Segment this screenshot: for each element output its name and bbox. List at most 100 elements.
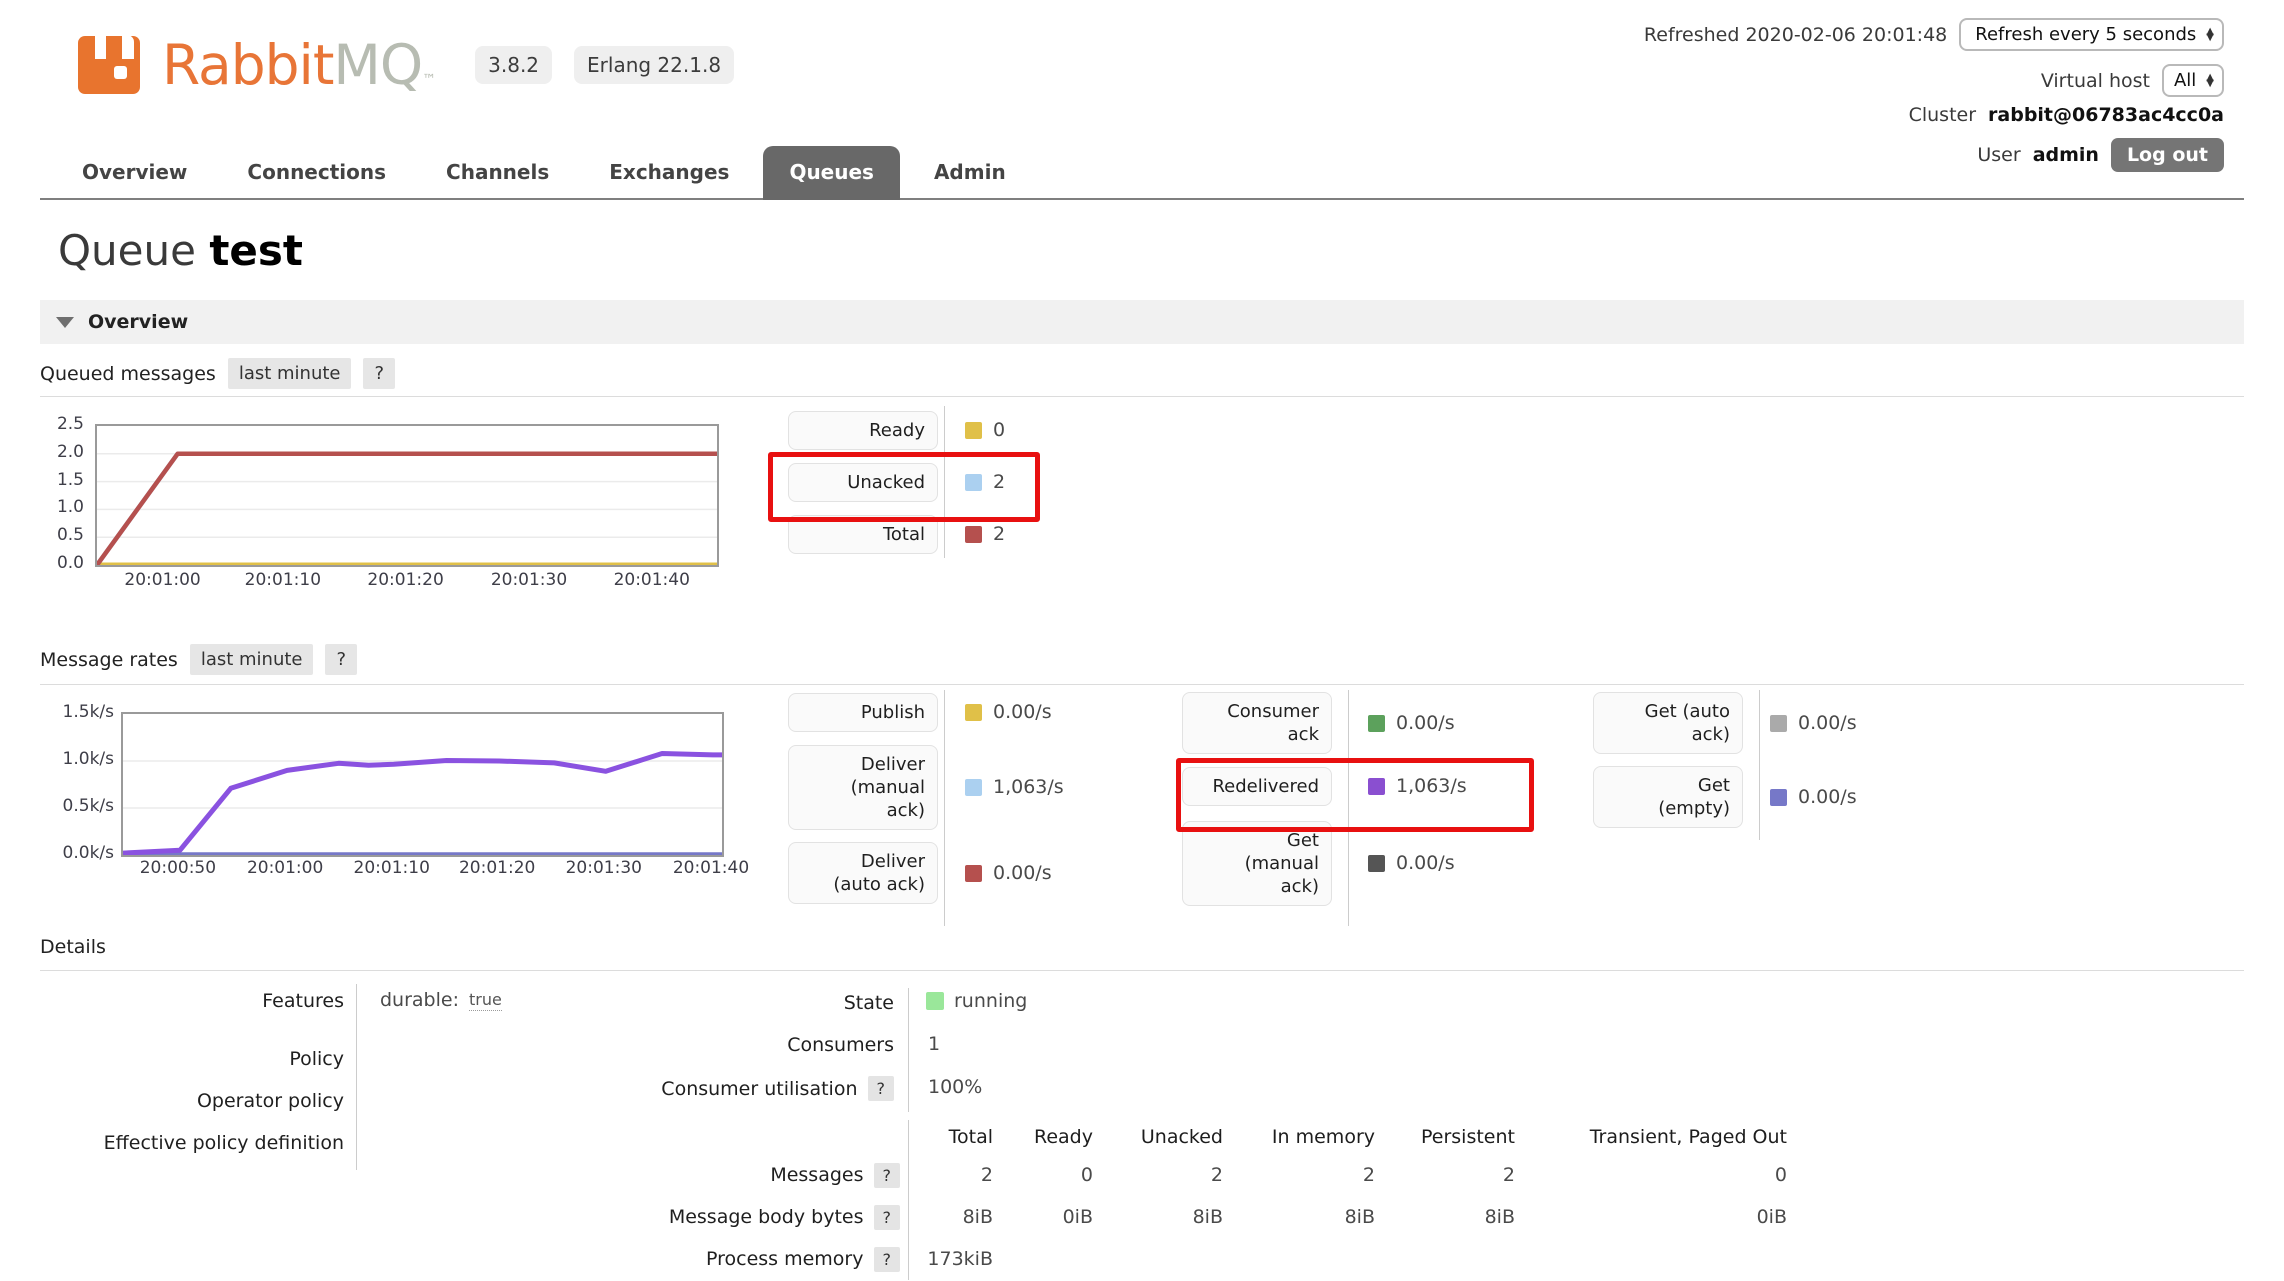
help-icon[interactable]: ? <box>325 644 357 675</box>
facts-divider <box>908 988 909 1112</box>
state-value: running <box>926 990 1027 1012</box>
y-axis-tick-label: 2.0 <box>57 442 84 462</box>
y-axis-tick-label: 1.5k/s <box>63 702 114 722</box>
cluster-label: Cluster <box>1909 104 1976 126</box>
queued-messages-title: Queued messages <box>40 363 216 385</box>
body-bytes-unacked: 8iB <box>1101 1196 1231 1238</box>
consumer-ack-color-swatch <box>1368 715 1385 732</box>
facts-divider <box>356 984 357 1170</box>
col-header-total: Total <box>909 1120 1002 1154</box>
refreshed-timestamp: Refreshed 2020-02-06 20:01:48 <box>1644 24 1947 46</box>
stats-header-row: Total Ready Unacked In memory Persistent… <box>620 1120 1795 1154</box>
legend-value-deliver-manual-ack: 1,063/s <box>965 776 1064 798</box>
get-empty-color-swatch <box>1770 789 1787 806</box>
messages-in-memory: 2 <box>1231 1154 1383 1196</box>
logo-hole <box>114 66 127 79</box>
y-axis-tick-label: 0.0 <box>57 553 84 573</box>
help-icon[interactable]: ? <box>363 358 395 389</box>
x-axis-tick-label: 20:01:40 <box>614 570 690 590</box>
tab-overview[interactable]: Overview <box>56 146 213 200</box>
version-badge: 3.8.2 <box>475 46 552 84</box>
tab-queues[interactable]: Queues <box>763 146 900 200</box>
overview-section-title: Overview <box>88 311 188 333</box>
rabbitmq-logo-icon[interactable] <box>78 36 140 94</box>
operator-policy-label: Operator policy <box>40 1090 344 1112</box>
tab-connections[interactable]: Connections <box>221 146 412 200</box>
legend-label-ready: Ready <box>788 411 938 450</box>
help-icon[interactable]: ? <box>874 1247 901 1272</box>
col-header-persistent: Persistent <box>1383 1120 1523 1154</box>
messages-row-label: Messages <box>770 1164 863 1186</box>
rates-chart-y-axis: 1.5k/s1.0k/s0.5k/s0.0k/s <box>20 712 114 853</box>
consumer-utilisation-value: 100% <box>928 1076 982 1098</box>
body-bytes-ready: 0iB <box>1001 1196 1101 1238</box>
section-divider <box>40 396 2244 397</box>
time-window-badge[interactable]: last minute <box>228 358 352 389</box>
help-icon[interactable]: ? <box>874 1163 901 1188</box>
messages-transient: 0 <box>1523 1154 1795 1196</box>
tab-exchanges[interactable]: Exchanges <box>583 146 755 200</box>
overview-section-header[interactable]: Overview <box>40 300 2244 344</box>
x-axis-tick-label: 20:01:30 <box>491 570 567 590</box>
y-axis-tick-label: 1.5 <box>57 470 84 490</box>
legend-label-deliver-auto-ack: Deliver(auto ack) <box>788 842 938 904</box>
messages-total: 2 <box>909 1154 1002 1196</box>
consumers-value: 1 <box>928 1033 940 1055</box>
y-axis-tick-label: 2.5 <box>57 414 84 434</box>
col-header-unacked: Unacked <box>1101 1120 1231 1154</box>
legend-value-deliver-auto-ack: 0.00/s <box>965 862 1052 884</box>
y-axis-tick-label: 1.0 <box>57 497 84 517</box>
queued-chart-y-axis: 2.52.01.51.00.50.0 <box>20 424 84 563</box>
feature-durable-value: true <box>469 990 502 1011</box>
logo-notch <box>122 35 134 59</box>
legend-value-get-auto-ack: 0.00/s <box>1770 712 1857 734</box>
queued-messages-chart <box>95 424 719 567</box>
legend-label-consumer-ack: Consumerack <box>1182 692 1332 754</box>
process-memory-total: 173kiB <box>909 1238 1002 1280</box>
message-rates-header: Message rates last minute ? <box>40 644 357 675</box>
body-bytes-row-label: Message body bytes <box>669 1206 864 1228</box>
vhost-row: Virtual host All ▲▼ <box>2041 64 2224 97</box>
rates-chart-x-axis: 20:00:5020:01:0020:01:1020:01:2020:01:30… <box>121 858 720 880</box>
help-icon[interactable]: ? <box>868 1076 895 1101</box>
state-running-swatch <box>926 992 944 1010</box>
erlang-version-badge: Erlang 22.1.8 <box>574 46 734 84</box>
details-header: Details <box>40 936 106 958</box>
legend-value-publish: 0.00/s <box>965 701 1052 723</box>
time-window-badge[interactable]: last minute <box>190 644 314 675</box>
messages-unacked: 2 <box>1101 1154 1231 1196</box>
policy-label: Policy <box>40 1048 344 1070</box>
logout-button[interactable]: Log out <box>2111 138 2224 172</box>
tab-admin[interactable]: Admin <box>908 146 1032 200</box>
legend-value-consumer-ack: 0.00/s <box>1368 712 1455 734</box>
table-row-process-memory: Process memory? 173kiB <box>620 1238 1795 1280</box>
x-axis-tick-label: 20:01:10 <box>245 570 321 590</box>
publish-color-swatch <box>965 704 982 721</box>
legend-value-get-manual-ack: 0.00/s <box>1368 852 1455 874</box>
x-axis-tick-label: 20:01:00 <box>124 570 200 590</box>
unacked-highlight-annotation <box>768 452 1040 522</box>
deliver-manual-ack-color-swatch <box>965 779 982 796</box>
cluster-row: Cluster rabbit@06783ac4cc0a <box>1909 104 2224 126</box>
legend-label-deliver-manual-ack: Deliver(manualack) <box>788 745 938 830</box>
get-auto-ack-color-swatch <box>1770 715 1787 732</box>
refresh-interval-select[interactable]: Refresh every 5 seconds ▲▼ <box>1959 18 2224 51</box>
virtual-host-select[interactable]: All ▲▼ <box>2162 64 2224 97</box>
legend-label-publish: Publish <box>788 693 938 732</box>
help-icon[interactable]: ? <box>874 1205 901 1230</box>
user-label: User <box>1977 144 2020 166</box>
deliver-auto-ack-color-swatch <box>965 865 982 882</box>
section-divider <box>40 684 2244 685</box>
refresh-row: Refreshed 2020-02-06 20:01:48 Refresh ev… <box>1644 18 2224 51</box>
consumer-utilisation-label: Consumer utilisation? <box>560 1076 894 1101</box>
brand-wordmark: RabbitMQ™ <box>162 38 435 93</box>
body-bytes-total: 8iB <box>909 1196 1002 1238</box>
legend-label-get-auto-ack: Get (autoack) <box>1593 692 1743 754</box>
x-axis-tick-label: 20:01:10 <box>354 858 430 878</box>
col-header-transient-paged-out: Transient, Paged Out <box>1523 1120 1795 1154</box>
total-color-swatch <box>965 526 982 543</box>
x-axis-tick-label: 20:00:50 <box>140 858 216 878</box>
consumers-label: Consumers <box>560 1034 894 1056</box>
messages-ready: 0 <box>1001 1154 1101 1196</box>
tab-channels[interactable]: Channels <box>420 146 575 200</box>
